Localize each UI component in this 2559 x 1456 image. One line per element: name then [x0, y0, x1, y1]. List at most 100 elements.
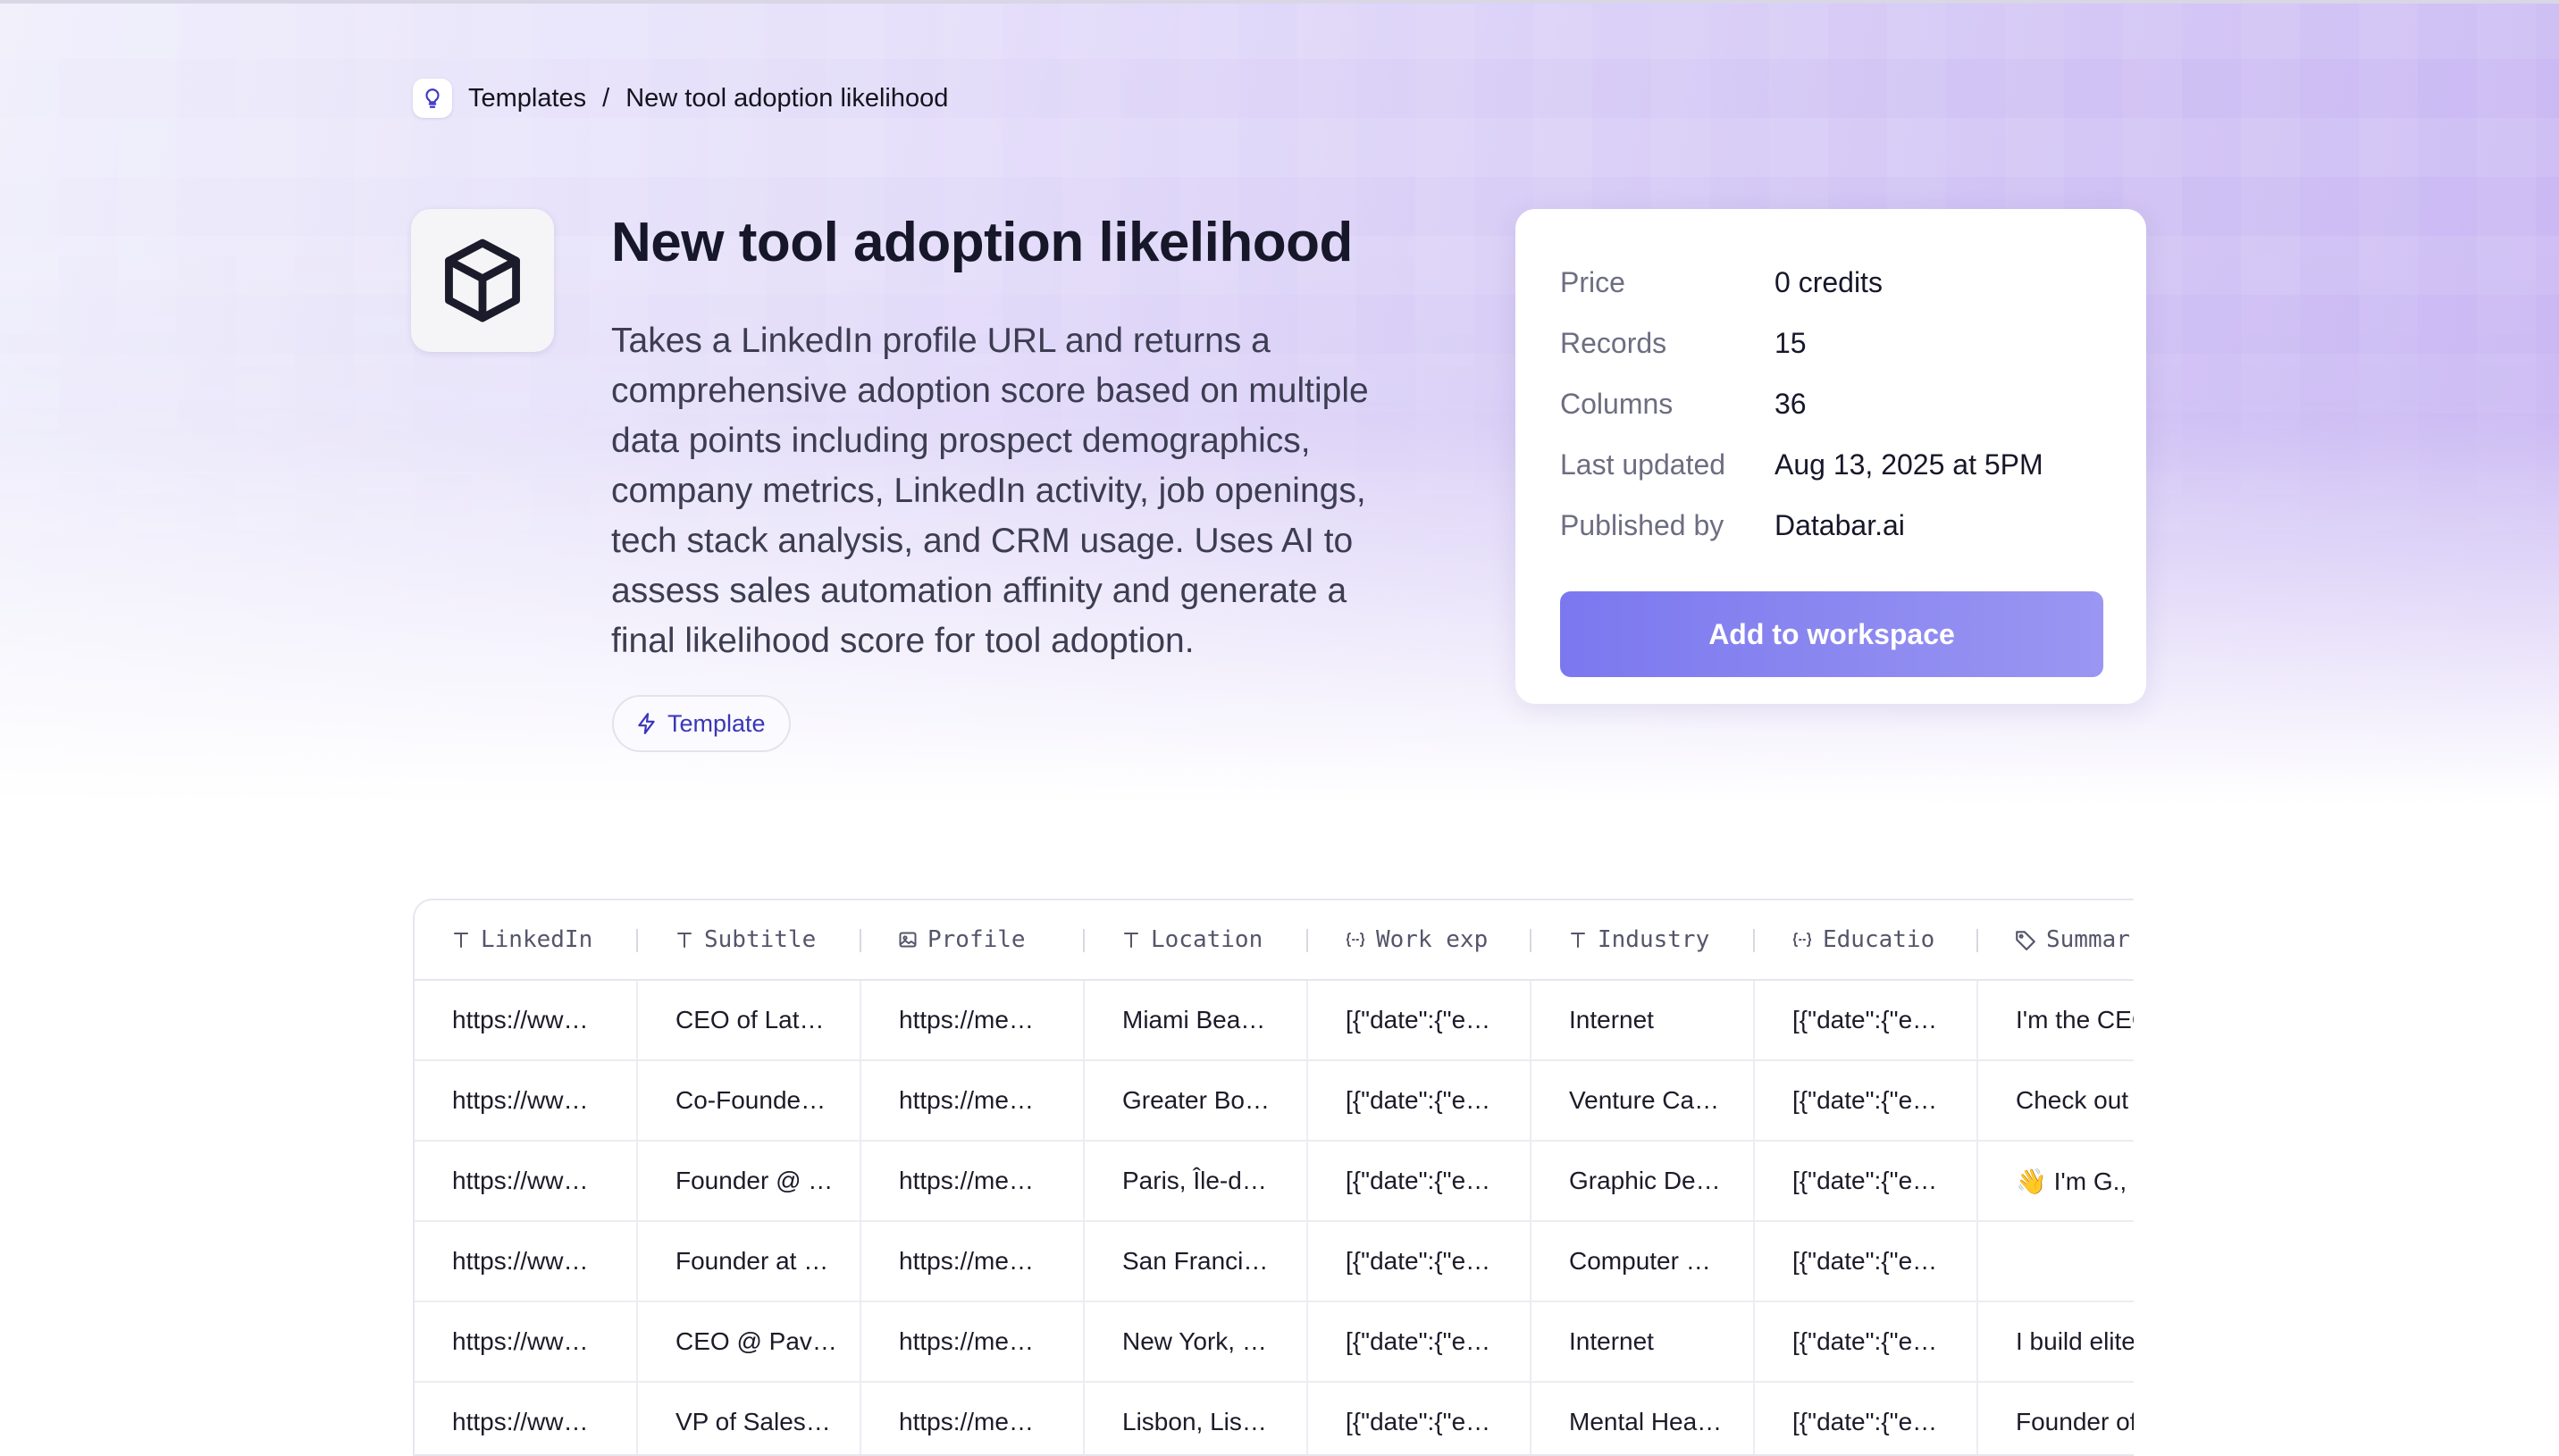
table-cell[interactable]: https://ww…: [415, 981, 638, 1059]
page-description: Takes a LinkedIn profile URL and returns…: [611, 322, 1369, 660]
info-value: Aug 13, 2025 at 5PM: [1775, 448, 2043, 481]
table-row[interactable]: https://ww… CEO @ Pav… https://me… New York…: [415, 1302, 2134, 1383]
column-header-label: Subtitle: [704, 926, 817, 953]
table-cell[interactable]: Paris, Île-d…: [1085, 1142, 1308, 1220]
info-row-published-by: Published by Databar.ai: [1560, 495, 2102, 556]
table-cell[interactable]: [{"date":{"e…: [1308, 1383, 1531, 1454]
lightbulb-icon: [413, 79, 452, 118]
info-value: Databar.ai: [1775, 508, 1905, 541]
column-header-linkedin[interactable]: LinkedIn: [415, 900, 638, 979]
table-row[interactable]: https://ww… Co-Founde… https://me… Greater …: [415, 1061, 2134, 1142]
table-cell[interactable]: CEO @ Pav…: [638, 1302, 861, 1381]
table-cell[interactable]: I build elite: [1978, 1302, 2134, 1381]
table-row[interactable]: https://ww… Founder @ … https://me… Paris, …: [415, 1142, 2134, 1222]
column-header-location[interactable]: Location: [1085, 900, 1308, 979]
info-value: 36: [1775, 387, 1807, 420]
top-border: [0, 0, 2559, 4]
table-cell[interactable]: https://me…: [861, 981, 1085, 1059]
table-cell[interactable]: CEO of Lat…: [638, 981, 861, 1059]
text-icon: [1567, 929, 1589, 950]
table-cell[interactable]: Internet: [1531, 981, 1755, 1059]
column-header-label: Summar: [2046, 926, 2130, 953]
table-cell[interactable]: Check out: [1978, 1061, 2134, 1140]
add-to-workspace-button[interactable]: Add to workspace: [1560, 591, 2103, 677]
table-cell[interactable]: [{"date":{"e…: [1755, 1222, 1978, 1301]
info-label: Last updated: [1560, 448, 1726, 481]
info-value: 15: [1775, 326, 1807, 359]
table-cell[interactable]: [{"date":{"e…: [1755, 1142, 1978, 1220]
table-cell[interactable]: Lisbon, Lis…: [1085, 1383, 1308, 1454]
table-row[interactable]: https://ww… VP of Sales… https://me… Lisbon…: [415, 1383, 2134, 1454]
json-icon: [1344, 929, 1367, 950]
table-cell[interactable]: https://me…: [861, 1302, 1085, 1381]
column-header-label: Profile: [927, 926, 1026, 953]
table-cell[interactable]: Founder of: [1978, 1383, 2134, 1454]
table-cell[interactable]: [{"date":{"e…: [1755, 1302, 1978, 1381]
column-header-label: Work exp: [1376, 926, 1489, 953]
table-row[interactable]: https://ww… CEO of Lat… https://me… Miami B…: [415, 981, 2134, 1061]
table-header: LinkedIn Subtitle Profile Location Work exp I…: [415, 900, 2134, 981]
breadcrumb-current: New tool adoption likelihood: [625, 83, 949, 113]
table-cell[interactable]: Founder @ …: [638, 1142, 861, 1220]
table-cell[interactable]: Graphic De…: [1531, 1142, 1755, 1220]
template-badge[interactable]: Template: [612, 695, 791, 752]
page-title: New tool adoption likelihood: [611, 212, 1353, 273]
table-cell[interactable]: [{"date":{"e…: [1308, 1061, 1531, 1140]
table-cell[interactable]: Internet: [1531, 1302, 1755, 1381]
breadcrumb-templates-link[interactable]: Templates: [468, 84, 586, 113]
table-cell[interactable]: [{"date":{"e…: [1308, 1302, 1531, 1381]
table-cell[interactable]: VP of Sales…: [638, 1383, 861, 1454]
table-cell[interactable]: https://ww…: [415, 1383, 638, 1454]
info-row-last-updated: Last updated Aug 13, 2025 at 5PM: [1560, 434, 2102, 495]
table-cell[interactable]: https://me…: [861, 1383, 1085, 1454]
table-cell[interactable]: Founder at …: [638, 1222, 861, 1301]
table-cell[interactable]: https://ww…: [415, 1061, 638, 1140]
table-cell[interactable]: https://ww…: [415, 1302, 638, 1381]
column-header-subtitle[interactable]: Subtitle: [638, 900, 861, 979]
column-header-label: Industry: [1598, 926, 1710, 953]
column-header-summar[interactable]: Summar: [1978, 900, 2134, 979]
table-row[interactable]: https://ww… Founder at … https://me… San Fr…: [415, 1222, 2134, 1302]
table-cell[interactable]: https://me…: [861, 1142, 1085, 1220]
table-cell[interactable]: [{"date":{"e…: [1755, 981, 1978, 1059]
table-cell[interactable]: https://ww…: [415, 1222, 638, 1301]
table-cell[interactable]: 👋 I'm G.,: [1978, 1142, 2134, 1220]
column-header-label: Location: [1151, 926, 1263, 953]
column-header-label: Educatio: [1823, 926, 1935, 953]
column-header-work-exp[interactable]: Work exp: [1308, 900, 1531, 979]
table-cell[interactable]: [{"date":{"e…: [1308, 1222, 1531, 1301]
column-header-profile[interactable]: Profile: [861, 900, 1085, 979]
table-cell[interactable]: https://ww…: [415, 1142, 638, 1220]
table-cell[interactable]: https://me…: [861, 1061, 1085, 1140]
column-header-educatio[interactable]: Educatio: [1755, 900, 1978, 979]
table-cell[interactable]: Venture Ca…: [1531, 1061, 1755, 1140]
table-cell[interactable]: I'm the CEO: [1978, 981, 2134, 1059]
template-info-card: Price 0 credits Records 15 Columns 36 La…: [1515, 209, 2146, 704]
table-cell[interactable]: https://me…: [861, 1222, 1085, 1301]
breadcrumb: Templates / New tool adoption likelihood: [413, 79, 948, 118]
table-cell[interactable]: Computer …: [1531, 1222, 1755, 1301]
info-label: Published by: [1560, 508, 1724, 541]
table-cell[interactable]: [{"date":{"e…: [1308, 1142, 1531, 1220]
table-cell[interactable]: Miami Bea…: [1085, 981, 1308, 1059]
table-cell[interactable]: New York, …: [1085, 1302, 1308, 1381]
lightning-icon: [638, 713, 655, 734]
column-header-industry[interactable]: Industry: [1531, 900, 1755, 979]
table-cell[interactable]: Co-Founde…: [638, 1061, 861, 1140]
table-cell[interactable]: [{"date":{"e…: [1308, 981, 1531, 1059]
table-cell[interactable]: [1978, 1222, 2134, 1301]
breadcrumb-separator: /: [602, 83, 610, 113]
preview-table: LinkedIn Subtitle Profile Location Work exp I…: [413, 899, 2134, 1456]
table-cell[interactable]: [{"date":{"e…: [1755, 1383, 1978, 1454]
table-cell[interactable]: Greater Bo…: [1085, 1061, 1308, 1140]
info-row-records: Records 15: [1560, 313, 2102, 373]
table-cell[interactable]: [{"date":{"e…: [1755, 1061, 1978, 1140]
tag-icon: [2014, 928, 2037, 951]
info-value: 0 credits: [1775, 265, 1883, 298]
table-cell[interactable]: Mental Hea…: [1531, 1383, 1755, 1454]
cube-icon: [445, 238, 520, 322]
table-cell[interactable]: San Franci…: [1085, 1222, 1308, 1301]
info-label: Columns: [1560, 387, 1674, 420]
info-row-columns: Columns 36: [1560, 373, 2102, 434]
table-body: https://ww… CEO of Lat… https://me… Miami B…: [415, 981, 2134, 1454]
